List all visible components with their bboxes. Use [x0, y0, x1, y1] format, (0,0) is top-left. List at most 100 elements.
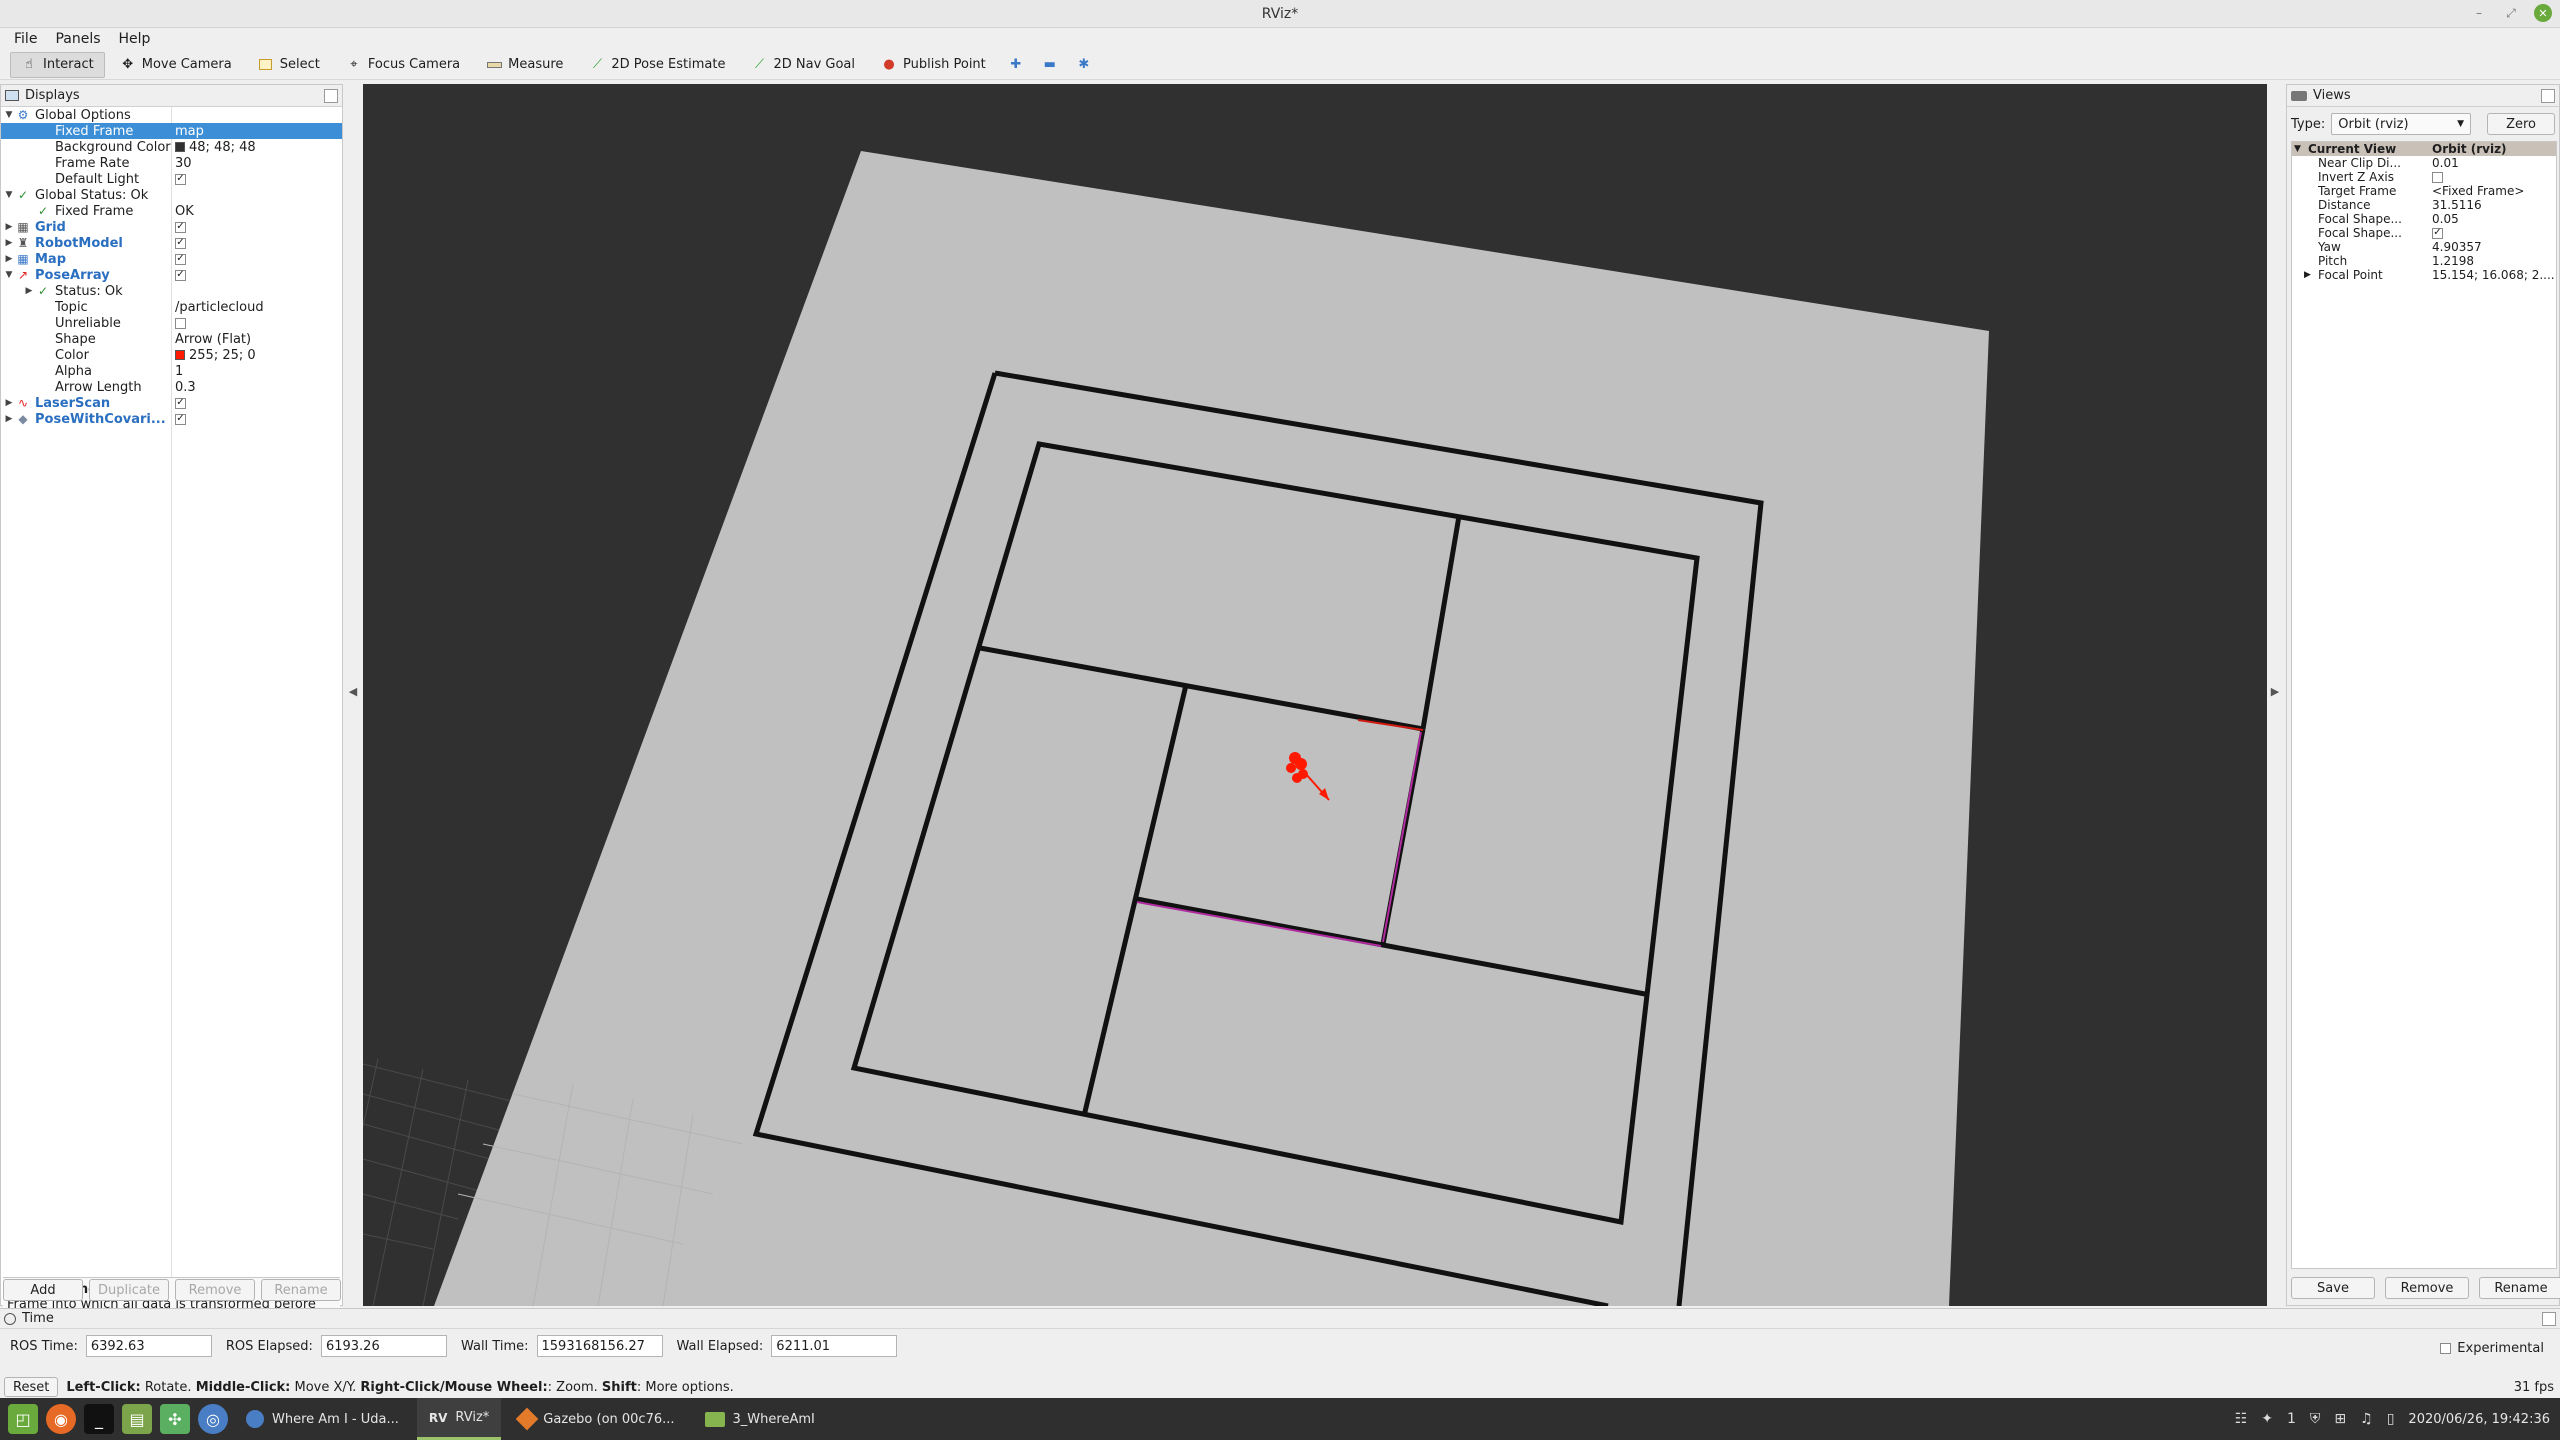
display-row-value[interactable]: /particlecloud [171, 300, 264, 315]
display-row-value[interactable]: ✓ [171, 397, 186, 409]
chevron-right-icon[interactable]: ▶ [23, 286, 35, 296]
display-row-value[interactable]: ✓ [171, 173, 186, 185]
view-property-row[interactable]: Near Clip Di... 0.01 [2292, 156, 2556, 170]
view-property-row[interactable]: Pitch 1.2198 [2292, 254, 2556, 268]
tool-select[interactable]: Select [247, 52, 331, 78]
ros-elapsed-field[interactable]: 6193.26 [320, 1335, 447, 1357]
chevron-right-icon[interactable]: ▶ [3, 238, 15, 248]
display-row[interactable]: ▶ ◆ PoseWithCovari... ✓ [1, 411, 342, 427]
atom-icon[interactable]: ✣ [160, 1404, 190, 1434]
display-row[interactable]: ▼ ⚙ Global Options [1, 107, 342, 123]
save-view-button[interactable]: Save [2291, 1277, 2375, 1299]
network-connection-icon[interactable]: ⊞ [2334, 1411, 2346, 1427]
enabled-checkbox[interactable]: ✓ [175, 221, 186, 233]
display-row[interactable]: Alpha 1 [1, 363, 342, 379]
wall-elapsed-field[interactable]: 6211.01 [771, 1335, 898, 1357]
chromium-icon[interactable]: ◎ [198, 1404, 228, 1434]
duplicate-button[interactable]: Duplicate [89, 1279, 169, 1301]
remove-button[interactable]: Remove [175, 1279, 255, 1301]
undock-button[interactable] [2541, 89, 2555, 103]
display-row-value[interactable]: Arrow (Flat) [171, 332, 251, 347]
chevron-right-icon[interactable]: ▶ [2304, 270, 2318, 280]
display-row-value[interactable]: 30 [171, 156, 192, 171]
enabled-checkbox[interactable]: ✓ [175, 397, 186, 409]
view-property-value[interactable] [2428, 171, 2443, 183]
view-property-value[interactable]: 15.154; 16.068; 2.... [2428, 268, 2555, 282]
display-row[interactable]: Color 255; 25; 0 [1, 347, 342, 363]
reset-button[interactable]: Reset [4, 1377, 59, 1397]
view-property-row[interactable]: Invert Z Axis [2292, 170, 2556, 184]
minimize-icon[interactable]: – [2470, 4, 2488, 22]
display-row[interactable]: Default Light ✓ [1, 171, 342, 187]
display-row[interactable]: ✓ Fixed Frame OK [1, 203, 342, 219]
chevron-down-icon[interactable]: ▼ [3, 190, 15, 200]
display-row[interactable]: ▼ ↗ PoseArray ✓ [1, 267, 342, 283]
view-property-row[interactable]: ▼ Current View Orbit (rviz) [2292, 142, 2556, 156]
view-type-select[interactable]: Orbit (rviz) ▼ [2331, 113, 2472, 135]
enabled-checkbox[interactable]: ✓ [175, 269, 186, 281]
display-row[interactable]: Unreliable [1, 315, 342, 331]
view-property-value[interactable]: Orbit (rviz) [2428, 142, 2507, 156]
enabled-checkbox[interactable] [175, 317, 186, 329]
task-folder[interactable]: 3_WhereAmI [693, 1398, 827, 1440]
rename-view-button[interactable]: Rename [2479, 1277, 2560, 1299]
view-property-value[interactable]: 0.01 [2428, 156, 2459, 170]
chevron-right-icon[interactable]: ▶ [3, 254, 15, 264]
display-row-value[interactable] [171, 317, 186, 329]
terminal-icon[interactable]: _ [84, 1404, 114, 1434]
view-property-value[interactable]: 0.05 [2428, 212, 2459, 226]
experimental-checkbox[interactable] [2440, 1343, 2452, 1354]
view-property-value[interactable]: 31.5116 [2428, 198, 2482, 212]
network-icon[interactable]: ☷ [2235, 1411, 2248, 1427]
battery-icon[interactable]: ▯ [2387, 1411, 2395, 1427]
task-chromium[interactable]: Where Am I - Uda... [234, 1398, 411, 1440]
display-row[interactable]: Frame Rate 30 [1, 155, 342, 171]
rename-button[interactable]: Rename [261, 1279, 341, 1301]
view-property-row[interactable]: Target Frame <Fixed Frame> [2292, 184, 2556, 198]
mint-menu-icon[interactable]: ◰ [8, 1404, 38, 1434]
tool-move-camera[interactable]: ✥ Move Camera [109, 52, 243, 78]
chevron-right-icon[interactable]: ▶ [3, 222, 15, 232]
view-property-value[interactable]: ✓ [2428, 227, 2443, 239]
display-row-value[interactable]: 0.3 [171, 380, 196, 395]
view-property-row[interactable]: Yaw 4.90357 [2292, 240, 2556, 254]
tool-measure[interactable]: Measure [475, 52, 574, 78]
enabled-checkbox[interactable]: ✓ [175, 237, 186, 249]
color-swatch[interactable] [175, 142, 185, 152]
collapse-left-panel-icon[interactable]: ◀ [346, 676, 360, 706]
display-row-value[interactable]: OK [171, 204, 194, 219]
display-row[interactable]: ▶ ▦ Map ✓ [1, 251, 342, 267]
chevron-right-icon[interactable]: ▶ [3, 414, 15, 424]
zero-button[interactable]: Zero [2487, 113, 2555, 135]
display-row-value[interactable]: 255; 25; 0 [171, 348, 256, 363]
display-row-value[interactable]: ✓ [171, 253, 186, 265]
display-row[interactable]: ▶ ∿ LaserScan ✓ [1, 395, 342, 411]
firefox-icon[interactable]: ◉ [46, 1404, 76, 1434]
ros-time-field[interactable]: 6392.63 [85, 1335, 212, 1357]
display-row-value[interactable]: ✓ [171, 269, 186, 281]
menu-help[interactable]: Help [111, 31, 159, 47]
display-row[interactable]: Fixed Frame map [1, 123, 342, 139]
undock-button[interactable] [324, 89, 338, 103]
chevron-down-icon[interactable]: ▼ [3, 110, 15, 120]
chevron-down-icon[interactable]: ▼ [2294, 144, 2308, 154]
display-row-value[interactable]: 48; 48; 48 [171, 140, 256, 155]
tool-2d-nav-goal[interactable]: ⟋ 2D Nav Goal [740, 52, 866, 78]
maximize-icon[interactable]: ⤢ [2502, 4, 2520, 22]
display-row-value[interactable]: ✓ [171, 221, 186, 233]
color-swatch[interactable] [175, 350, 185, 360]
wall-time-field[interactable]: 1593168156.27 [536, 1335, 663, 1357]
add-tool-button[interactable]: ✚ [1001, 52, 1031, 78]
enabled-checkbox[interactable]: ✓ [175, 413, 186, 425]
remove-tool-button[interactable]: ▬ [1035, 52, 1065, 78]
3d-viewport[interactable] [363, 84, 2267, 1306]
shield-icon[interactable]: ⛨ [2310, 1411, 2321, 1427]
display-row[interactable]: ▶ ✓ Status: Ok [1, 283, 342, 299]
clock[interactable]: 2020/06/26, 19:42:36 [2408, 1412, 2550, 1427]
tool-2d-pose-estimate[interactable]: ⟋ 2D Pose Estimate [578, 52, 736, 78]
tool-focus-camera[interactable]: ⌖ Focus Camera [335, 52, 471, 78]
display-row[interactable]: Background Color 48; 48; 48 [1, 139, 342, 155]
view-property-row[interactable]: ▶ Focal Point 15.154; 16.068; 2.... [2292, 268, 2556, 282]
enabled-checkbox[interactable]: ✓ [175, 253, 186, 265]
property-checkbox[interactable] [2432, 171, 2443, 183]
